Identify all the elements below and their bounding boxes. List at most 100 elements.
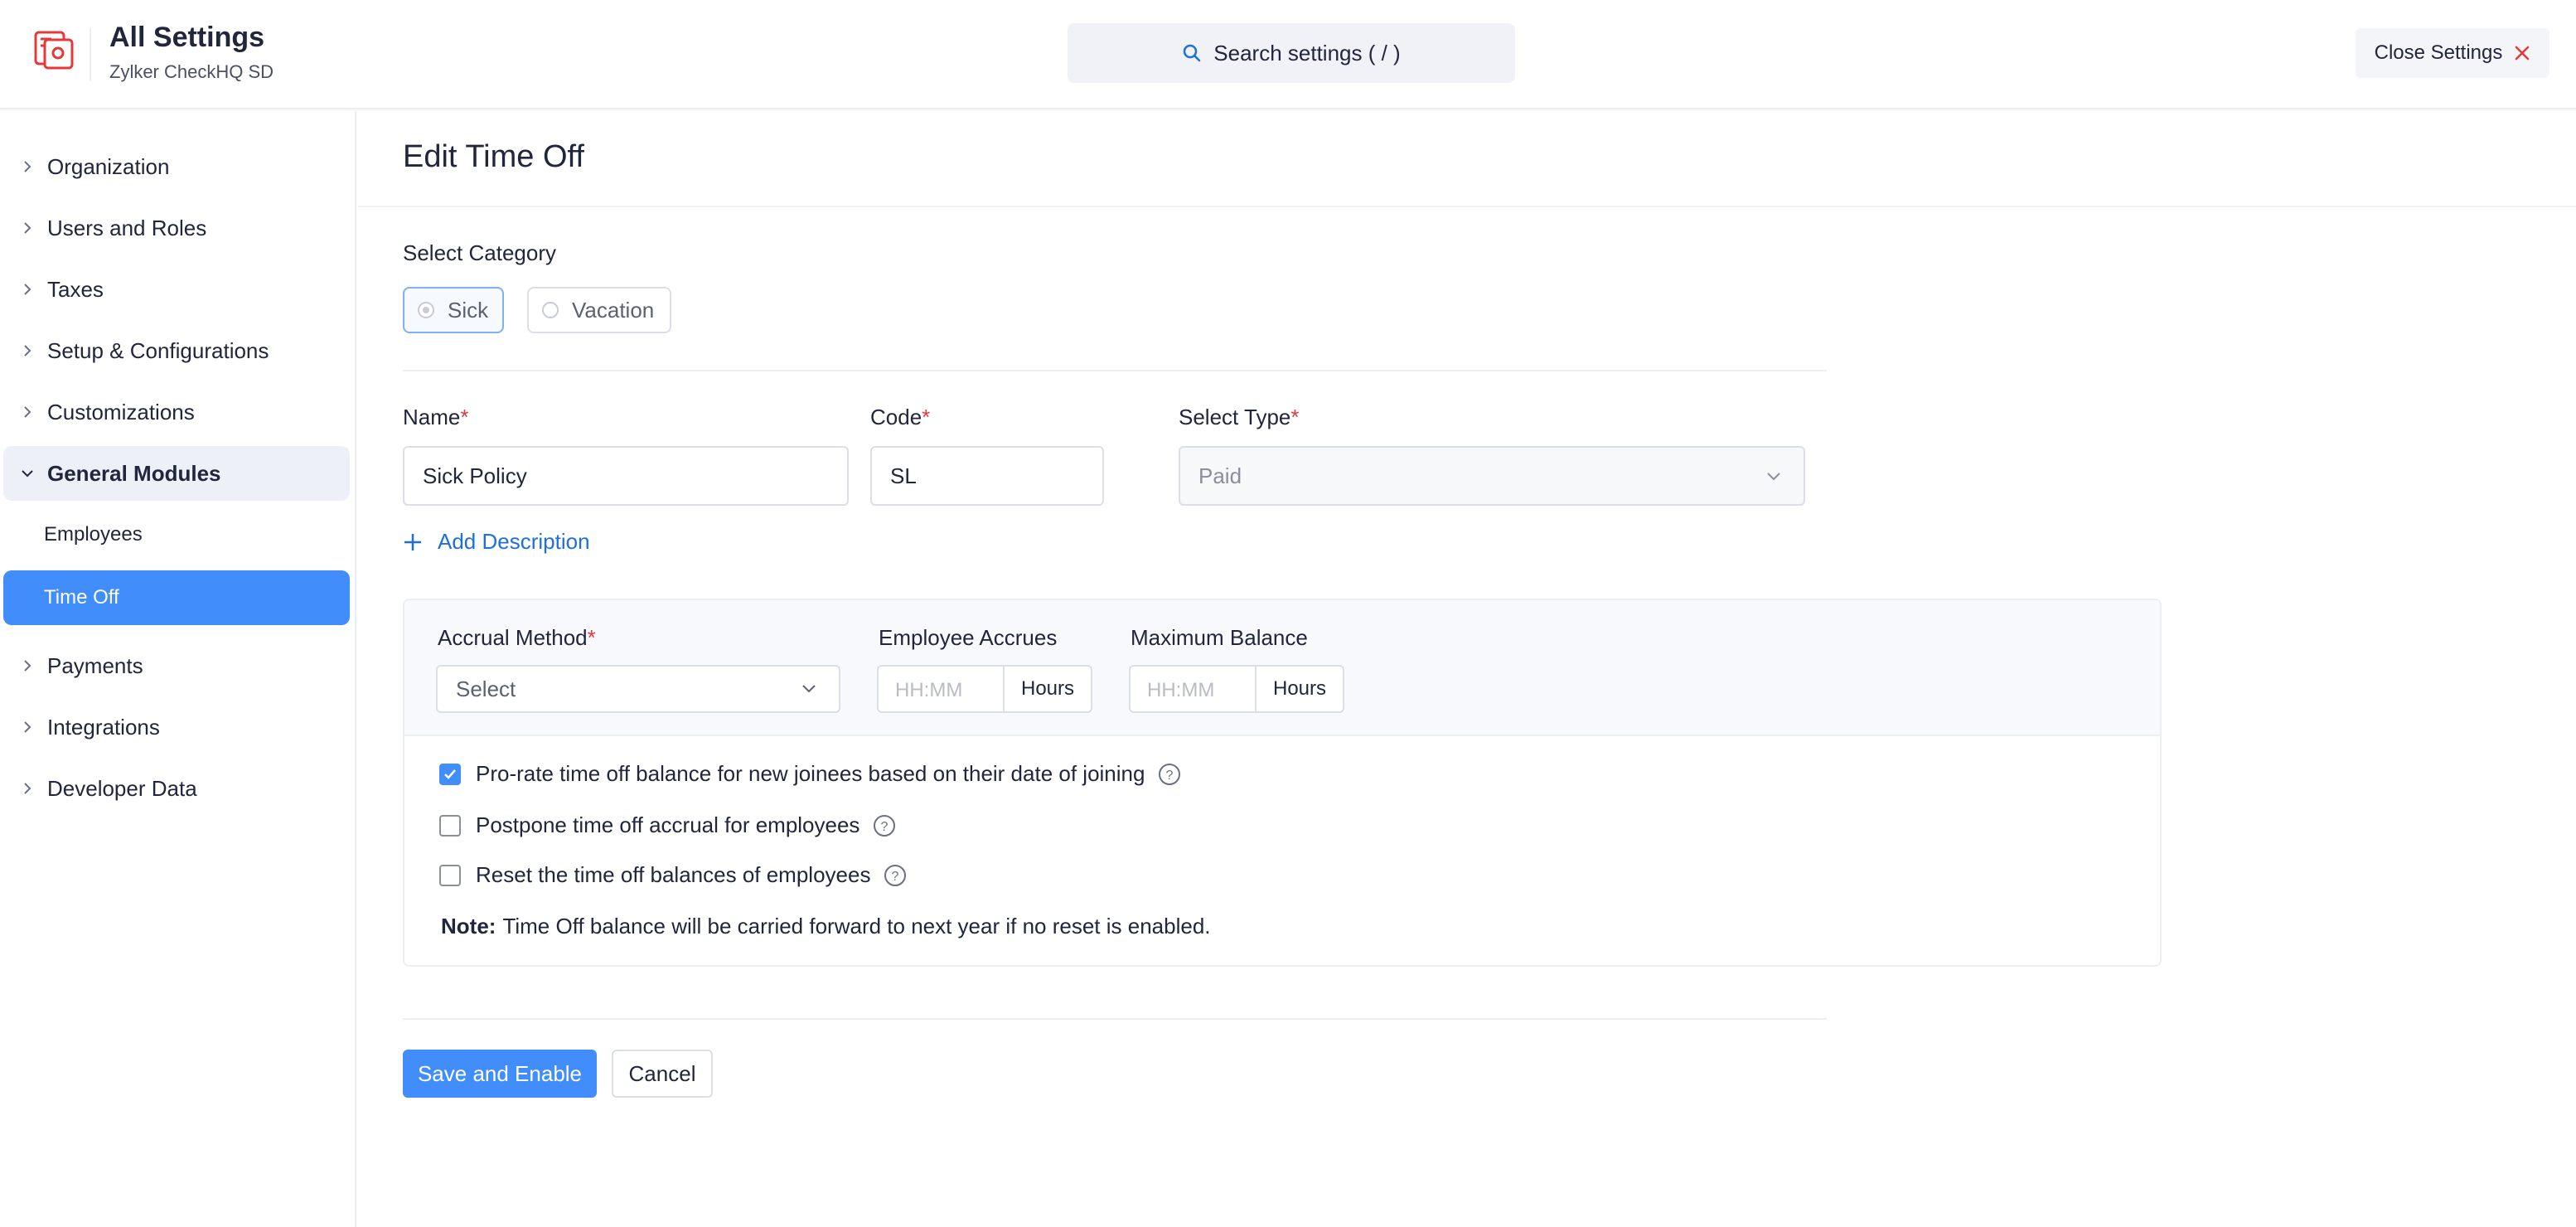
- sidebar-item-label: Customizations: [47, 399, 195, 424]
- sidebar-item-label: Setup & Configurations: [47, 337, 269, 363]
- chevron-right-icon: [24, 222, 31, 234]
- sidebar-item-organization[interactable]: Organization: [3, 139, 350, 194]
- employee-accrues-input[interactable]: HH:MM Hours: [877, 665, 1092, 713]
- maximum-balance-label: Maximum Balance: [1131, 625, 1308, 650]
- sidebar-subitem-employees[interactable]: Employees: [3, 507, 350, 562]
- svg-text:?: ?: [1166, 769, 1174, 783]
- type-select[interactable]: Paid: [1179, 446, 1805, 506]
- sidebar-item-setup-configurations[interactable]: Setup & Configurations: [3, 323, 350, 378]
- svg-text:?: ?: [881, 820, 889, 834]
- sidebar-item-label: Organization: [47, 153, 170, 179]
- accrual-method-select[interactable]: Select: [436, 665, 840, 713]
- sidebar-item-users-and-roles[interactable]: Users and Roles: [3, 201, 350, 255]
- settings-sidebar: Organization Users and Roles Taxes Setup…: [0, 111, 356, 1227]
- type-select-value: Paid: [1198, 463, 1242, 488]
- employee-accrues-placeholder: HH:MM: [895, 679, 963, 701]
- close-settings-button[interactable]: Close Settings: [2356, 28, 2549, 78]
- svg-text:?: ?: [892, 870, 899, 884]
- sidebar-item-label: Payments: [47, 652, 143, 678]
- app-title: All Settings: [109, 22, 265, 53]
- category-label: Select Category: [403, 240, 556, 265]
- check-icon: [444, 769, 456, 779]
- sidebar-item-general-modules[interactable]: General Modules: [3, 446, 350, 501]
- sidebar-item-customizations[interactable]: Customizations: [3, 385, 350, 439]
- code-label: Code*: [870, 405, 931, 429]
- chevron-right-icon: [24, 406, 31, 418]
- code-field[interactable]: SL: [870, 446, 1104, 506]
- category-radio-vacation[interactable]: Vacation: [527, 287, 671, 333]
- postpone-option[interactable]: Postpone time off accrual for employees …: [439, 812, 896, 838]
- search-icon: [1184, 44, 1201, 62]
- sidebar-item-label: General Modules: [47, 460, 221, 486]
- close-icon: [2515, 46, 2530, 61]
- org-name: Zylker CheckHQ SD: [109, 61, 274, 82]
- prorate-checkbox[interactable]: [439, 763, 461, 785]
- section-divider: [403, 370, 1827, 371]
- sidebar-item-label: Developer Data: [47, 775, 197, 801]
- chevron-right-icon: [24, 783, 31, 794]
- sidebar-subitem-label: Time Off: [44, 586, 119, 609]
- app-logo-icon: [34, 31, 74, 70]
- employee-accrues-label: Employee Accrues: [879, 625, 1058, 650]
- reset-label: Reset the time off balances of employees: [476, 862, 871, 887]
- chevron-down-icon: [22, 470, 33, 478]
- sidebar-item-developer-data[interactable]: Developer Data: [3, 761, 350, 816]
- title-divider: [358, 206, 2576, 207]
- category-option-label: Vacation: [572, 297, 655, 323]
- chevron-right-icon: [24, 161, 31, 172]
- note-prefix: Note:: [441, 914, 496, 938]
- maximum-balance-input[interactable]: HH:MM Hours: [1129, 665, 1344, 713]
- accrual-method-label: Accrual Method*: [438, 625, 596, 650]
- reset-checkbox[interactable]: [439, 864, 461, 886]
- plus-icon: [404, 533, 421, 550]
- chevron-right-icon: [24, 660, 31, 672]
- employee-accrues-unit: Hours: [1003, 667, 1091, 711]
- page-title: Edit Time Off: [403, 139, 584, 174]
- type-label: Select Type*: [1179, 405, 1300, 429]
- search-settings-input[interactable]: Search settings ( / ): [1068, 23, 1515, 83]
- top-header: All Settings Zylker CheckHQ SD Search se…: [0, 0, 2576, 109]
- chevron-right-icon: [24, 345, 31, 356]
- carry-forward-note: Note: Time Off balance will be carried fo…: [441, 914, 1211, 939]
- sidebar-item-label: Users and Roles: [47, 215, 207, 240]
- cancel-button[interactable]: Cancel: [612, 1050, 713, 1098]
- postpone-label: Postpone time off accrual for employees: [476, 812, 860, 837]
- add-description-link[interactable]: Add Description: [403, 529, 590, 555]
- prorate-label: Pro-rate time off balance for new joinee…: [476, 761, 1145, 786]
- close-settings-label: Close Settings: [2374, 41, 2503, 64]
- save-and-enable-button[interactable]: Save and Enable: [403, 1050, 597, 1098]
- help-icon[interactable]: ?: [1158, 763, 1181, 786]
- add-description-label: Add Description: [438, 529, 590, 554]
- maximum-balance-unit: Hours: [1255, 667, 1343, 711]
- sidebar-item-label: Integrations: [47, 714, 160, 740]
- category-radio-sick[interactable]: Sick: [403, 287, 504, 333]
- chevron-down-icon: [802, 685, 816, 693]
- category-option-label: Sick: [448, 297, 489, 323]
- name-label: Name*: [403, 405, 469, 429]
- code-field-value: SL: [890, 463, 917, 488]
- sidebar-subitem-time-off[interactable]: Time Off: [3, 570, 350, 625]
- chevron-right-icon: [24, 284, 31, 295]
- sidebar-item-payments[interactable]: Payments: [3, 638, 350, 693]
- sidebar-item-integrations[interactable]: Integrations: [3, 700, 350, 754]
- sidebar-item-label: Taxes: [47, 276, 104, 302]
- name-field-value: Sick Policy: [423, 463, 527, 488]
- radio-button-icon: [418, 302, 434, 318]
- help-icon[interactable]: ?: [884, 864, 907, 887]
- radio-button-icon: [542, 302, 559, 318]
- note-text: Time Off balance will be carried forward…: [502, 914, 1211, 938]
- maximum-balance-placeholder: HH:MM: [1147, 679, 1215, 701]
- chevron-right-icon: [24, 721, 31, 733]
- accrual-method-placeholder: Select: [456, 676, 516, 701]
- logo-divider: [90, 28, 91, 81]
- prorate-option[interactable]: Pro-rate time off balance for new joinee…: [439, 761, 1181, 787]
- search-placeholder: Search settings ( / ): [1213, 40, 1401, 65]
- name-field[interactable]: Sick Policy: [403, 446, 849, 506]
- reset-option[interactable]: Reset the time off balances of employees…: [439, 862, 907, 888]
- footer-divider: [403, 1018, 1827, 1020]
- postpone-checkbox[interactable]: [439, 814, 461, 837]
- sidebar-item-taxes[interactable]: Taxes: [3, 262, 350, 317]
- help-icon[interactable]: ?: [873, 814, 896, 837]
- chevron-down-icon: [1767, 473, 1780, 481]
- sidebar-subitem-label: Employees: [44, 523, 143, 546]
